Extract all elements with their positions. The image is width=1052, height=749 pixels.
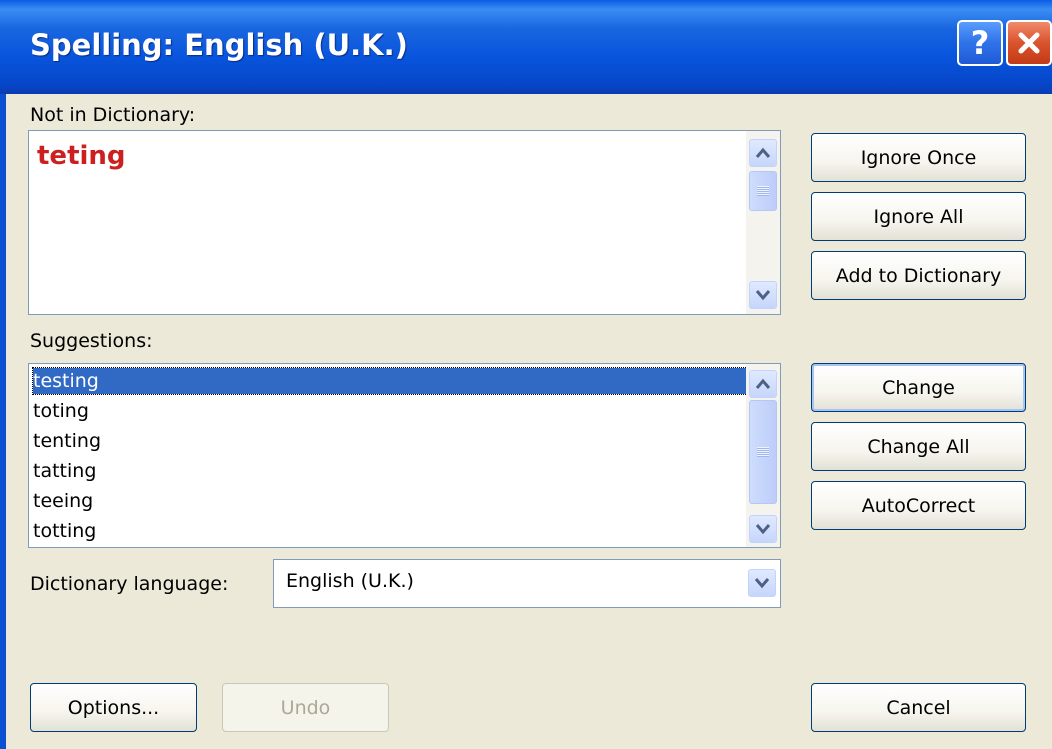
ignore-once-button[interactable]: Ignore Once	[811, 133, 1026, 182]
spelling-dialog: Spelling: English (U.K.) ? Not in Dictio…	[0, 0, 1052, 749]
cancel-button[interactable]: Cancel	[811, 683, 1026, 732]
change-all-button[interactable]: Change All	[811, 422, 1026, 471]
close-button[interactable]	[1006, 20, 1052, 66]
suggestion-item[interactable]: tenting	[33, 428, 101, 454]
help-button[interactable]: ?	[957, 20, 1003, 66]
chevron-down-icon	[755, 290, 771, 301]
dialog-title: Spelling: English (U.K.)	[30, 28, 408, 62]
add-to-dictionary-button[interactable]: Add to Dictionary	[811, 251, 1026, 300]
suggestion-item[interactable]: teeing	[33, 488, 93, 514]
suggestion-item[interactable]: totting	[33, 518, 96, 544]
not-in-dictionary-textbox[interactable]: teting	[28, 130, 781, 315]
suggestions-list[interactable]: testing toting tenting tatting teeing to…	[28, 363, 781, 548]
options-button[interactable]: Options...	[30, 683, 197, 732]
ignore-all-button[interactable]: Ignore All	[811, 192, 1026, 241]
change-button[interactable]: Change	[811, 363, 1026, 412]
window-frame-left	[0, 94, 6, 749]
not-in-dictionary-label: Not in Dictionary:	[30, 104, 196, 126]
suggestion-item[interactable]: testing	[32, 367, 748, 395]
chevron-up-icon	[755, 378, 771, 389]
scroll-down-button[interactable]	[749, 281, 777, 309]
close-icon	[1018, 32, 1040, 54]
title-bar[interactable]: Spelling: English (U.K.) ?	[0, 0, 1052, 94]
undo-button[interactable]: Undo	[222, 683, 389, 732]
suggestions-scrollbar[interactable]	[746, 364, 780, 547]
scroll-up-button[interactable]	[749, 139, 777, 167]
not-in-dictionary-scrollbar[interactable]	[746, 131, 780, 314]
chevron-down-icon	[755, 524, 771, 535]
scroll-down-button[interactable]	[749, 515, 777, 543]
scroll-thumb[interactable]	[749, 171, 777, 211]
chevron-down-icon	[754, 578, 770, 589]
dictionary-language-value: English (U.K.)	[286, 570, 414, 592]
suggestion-item[interactable]: toting	[33, 398, 89, 424]
dropdown-button[interactable]	[748, 569, 776, 597]
help-icon: ?	[970, 24, 990, 62]
autocorrect-button[interactable]: AutoCorrect	[811, 481, 1026, 530]
chevron-up-icon	[755, 147, 771, 158]
scroll-thumb[interactable]	[749, 400, 777, 504]
misspelled-word: teting	[37, 141, 126, 171]
suggestion-item[interactable]: tatting	[33, 458, 96, 484]
dictionary-language-select[interactable]: English (U.K.)	[273, 559, 781, 608]
suggestions-label: Suggestions:	[30, 330, 153, 352]
scroll-up-button[interactable]	[749, 370, 777, 398]
dictionary-language-label: Dictionary language:	[30, 573, 229, 595]
